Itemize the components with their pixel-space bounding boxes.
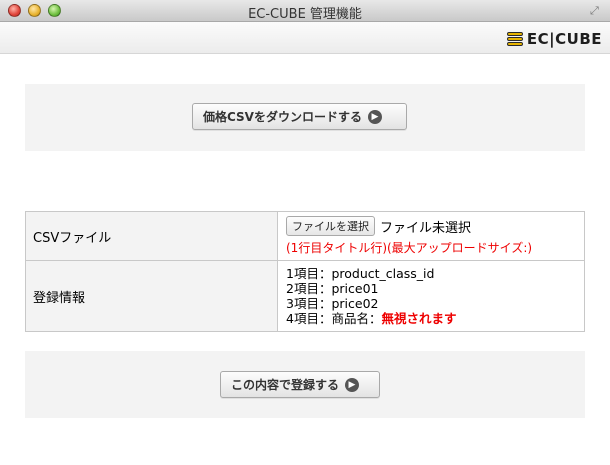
download-csv-button[interactable]: 価格CSVをダウンロードする ▶ (192, 103, 407, 130)
file-status-text: ファイル未選択 (380, 220, 472, 236)
csv-file-cell: ファイルを選択 ファイル未選択 (1行目タイトル行)(最大アップロードサイズ:) (277, 211, 585, 261)
register-button[interactable]: この内容で登録する ▶ (220, 371, 380, 398)
item-line-3: 3項目：price02 (286, 296, 379, 311)
item-line-4-text: 4項目：商品名： (286, 311, 382, 326)
table-row: CSVファイル ファイルを選択 ファイル未選択 (1行目タイトル行)(最大アップ… (25, 211, 585, 261)
choose-file-button[interactable]: ファイルを選択 (286, 216, 375, 236)
logo-mark-icon (506, 32, 523, 46)
item-line-1: 1項目：product_class_id (286, 266, 435, 281)
fullscreen-icon[interactable]: ⤢ (590, 5, 602, 17)
ignored-warning: 無視されます (381, 311, 457, 326)
ec-cube-logo: EC|CUBE (506, 29, 602, 49)
registration-info-cell: 1項目：product_class_id 2項目：price01 3項目：pri… (277, 260, 585, 332)
csv-upload-form: CSVファイル ファイルを選択 ファイル未選択 (1行目タイトル行)(最大アップ… (25, 211, 585, 332)
arrow-right-icon: ▶ (345, 377, 360, 392)
download-panel: 価格CSVをダウンロードする ▶ (25, 84, 585, 151)
table-row: 登録情報 1項目：product_class_id 2項目：price01 3項… (25, 260, 585, 332)
item-line-4: 4項目：商品名：無視されます (286, 311, 576, 326)
arrow-right-icon: ▶ (367, 109, 382, 124)
download-csv-button-label: 価格CSVをダウンロードする (203, 110, 362, 124)
upload-note: (1行目タイトル行)(最大アップロードサイズ:) (286, 241, 533, 255)
csv-file-label: CSVファイル (25, 211, 278, 261)
app-header: EC|CUBE (0, 22, 610, 54)
registration-info-label: 登録情報 (25, 260, 278, 332)
item-line-2: 2項目：price01 (286, 281, 379, 296)
register-button-label: この内容で登録する (231, 378, 340, 392)
logo-text: EC|CUBE (526, 30, 602, 48)
window-title: EC-CUBE 管理機能 (248, 7, 362, 22)
submit-panel: この内容で登録する ▶ (25, 351, 585, 418)
window-titlebar: EC-CUBE 管理機能 ⤢ (0, 0, 610, 22)
